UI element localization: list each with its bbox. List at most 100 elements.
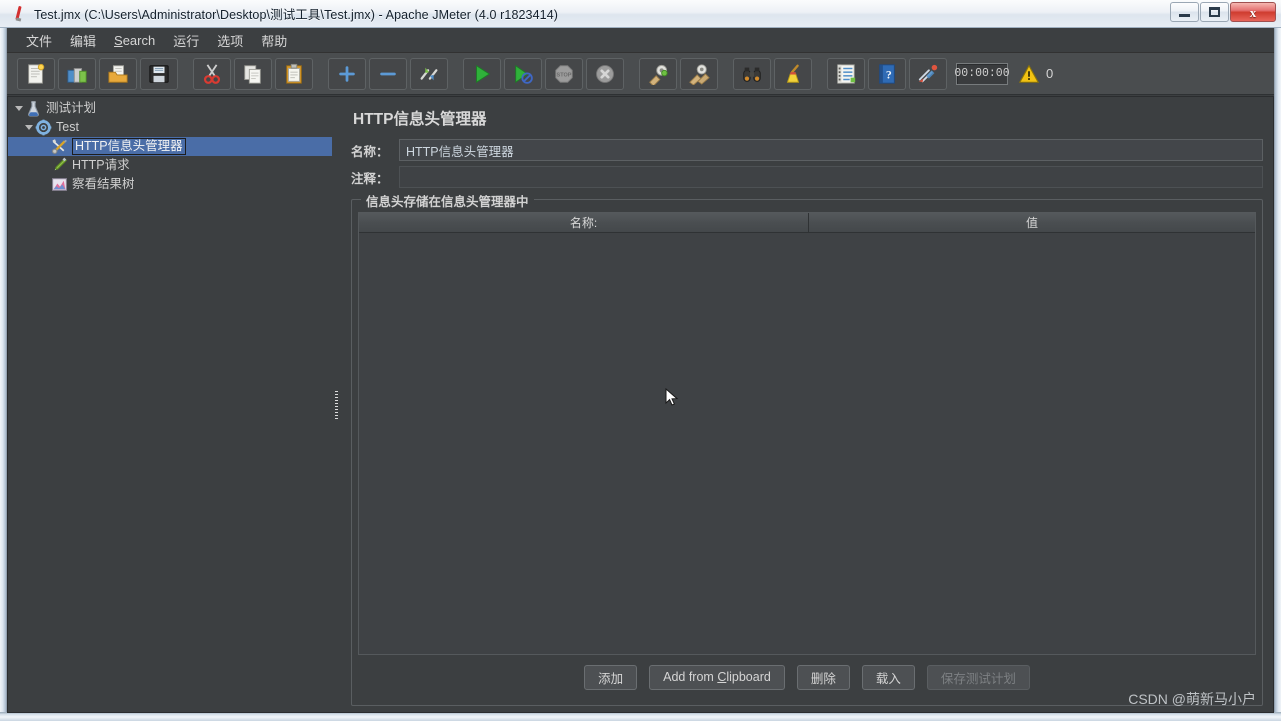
headers-group-title: 信息头存储在信息头管理器中: [361, 191, 534, 210]
cut-icon: [203, 63, 221, 84]
tree-item-http-request[interactable]: HTTP请求: [8, 156, 332, 175]
add-from-clipboard-button[interactable]: Add from Clipboard: [649, 664, 785, 690]
save-button[interactable]: [140, 57, 178, 90]
delete-button[interactable]: 删除: [796, 664, 850, 690]
minimize-button[interactable]: [1170, 2, 1199, 22]
elapsed-time-display: 00:00:00: [954, 62, 1010, 85]
close-button[interactable]: x: [1230, 2, 1276, 22]
main-split-pane: 测试计划 Test HTTP信息头管理器 HTTP请求 察看结果树 HTTP信息…: [7, 96, 1274, 713]
menu-item-help[interactable]: 帮助: [252, 28, 296, 53]
tree-item-http-header-manager[interactable]: HTTP信息头管理器: [8, 137, 332, 156]
toggle-button[interactable]: [410, 57, 448, 90]
menu-label: 帮助: [261, 33, 288, 49]
toolbar-separator: [316, 58, 328, 90]
button-label: Add from Clipboard: [663, 670, 771, 684]
help-button[interactable]: ?: [868, 57, 906, 90]
menu-item-search[interactable]: Search: [105, 30, 164, 51]
comment-input[interactable]: [399, 166, 1263, 188]
collapse-all-button[interactable]: [369, 57, 407, 90]
save-test-plan-button[interactable]: 保存测试计划: [926, 664, 1030, 690]
start-no-pause-button[interactable]: [504, 57, 542, 90]
warning-indicator[interactable]: 0: [1018, 63, 1053, 85]
search-button[interactable]: [733, 57, 771, 90]
menu-item-edit[interactable]: 编辑: [61, 28, 105, 53]
expand-toggle-icon[interactable]: [22, 121, 35, 134]
thread-group-icon: [35, 119, 52, 136]
menu-mnemonic: S: [114, 32, 123, 48]
test-plan-icon: [28, 101, 39, 117]
expand-all-icon: [339, 65, 355, 82]
name-input[interactable]: [399, 139, 1263, 161]
application-window: Test.jmx (C:\Users\Administrator\Desktop…: [0, 0, 1281, 721]
cut-button[interactable]: [193, 57, 231, 90]
new-test-plan-button[interactable]: [17, 57, 55, 90]
menu-item-options[interactable]: 选项: [208, 28, 252, 53]
undo-redo-button[interactable]: [909, 57, 947, 90]
function-helper-button[interactable]: [827, 57, 865, 90]
title-bar[interactable]: Test.jmx (C:\Users\Administrator\Desktop…: [0, 0, 1281, 28]
window-controls: x: [1169, 2, 1276, 22]
start-no-pause-icon: [515, 64, 533, 84]
tree-item-label: Test: [56, 120, 79, 134]
templates-button[interactable]: [58, 57, 96, 90]
menu-bar: 文件 编辑 Search 运行 选项 帮助: [7, 28, 1274, 53]
start-button[interactable]: [463, 57, 501, 90]
menu-label: 文件: [26, 33, 53, 49]
copy-icon: [244, 64, 261, 84]
button-mnemonic: C: [717, 670, 727, 684]
paste-button[interactable]: [275, 57, 313, 90]
open-button[interactable]: [99, 57, 137, 90]
undo-redo-icon: [918, 64, 938, 82]
menu-label: 运行: [173, 33, 200, 49]
button-label: 载入: [875, 671, 901, 686]
expand-all-button[interactable]: [328, 57, 366, 90]
copy-button[interactable]: [234, 57, 272, 90]
new-test-plan-icon: [28, 63, 45, 84]
header-manager-panel: HTTP信息头管理器 名称： 注释： 信息头存储在信息头管理器中 名称: 值: [341, 96, 1274, 713]
menu-item-file[interactable]: 文件: [17, 28, 61, 53]
menu-label: earch: [122, 32, 156, 48]
shutdown-icon: [596, 64, 614, 83]
load-button[interactable]: 载入: [861, 664, 915, 690]
warning-triangle-icon: [1018, 64, 1040, 83]
shutdown-button[interactable]: [586, 57, 624, 90]
comment-field-row: 注释：: [351, 166, 1263, 188]
toolbar: STOP ? 00:00:00 0: [7, 53, 1274, 95]
tree-item-thread-group[interactable]: Test: [8, 118, 332, 137]
name-label: 名称：: [351, 144, 389, 159]
maximize-button[interactable]: [1200, 2, 1229, 22]
action-button-bar: 添加 Add from Clipboard 删除 载入 保存测试计划: [358, 657, 1256, 697]
tree-item-test-plan[interactable]: 测试计划: [8, 99, 332, 118]
table-header-row: 名称: 值: [359, 213, 1255, 233]
split-pane-divider[interactable]: [332, 96, 341, 713]
close-icon: x: [1249, 4, 1257, 20]
menu-item-run[interactable]: 运行: [164, 28, 208, 53]
table-body[interactable]: [359, 233, 1255, 654]
clear-all-button[interactable]: [680, 57, 718, 90]
test-plan-tree[interactable]: 测试计划 Test HTTP信息头管理器 HTTP请求 察看结果树: [7, 96, 332, 713]
clear-button[interactable]: [639, 57, 677, 90]
stop-button[interactable]: STOP: [545, 57, 583, 90]
add-button[interactable]: 添加: [584, 664, 638, 690]
view-results-tree-icon: [52, 178, 67, 191]
headers-table[interactable]: 名称: 值: [358, 212, 1256, 655]
tree-item-label: HTTP信息头管理器: [72, 138, 186, 155]
start-icon: [476, 64, 491, 83]
toolbar-separator: [451, 58, 463, 90]
svg-text:?: ?: [886, 67, 892, 81]
button-label: 删除: [810, 671, 836, 686]
reset-search-button[interactable]: [774, 57, 812, 90]
clear-icon: [649, 64, 668, 85]
table-column-header-value[interactable]: 值: [809, 213, 1255, 233]
tree-item-view-results-tree[interactable]: 察看结果树: [8, 175, 332, 194]
tree-item-label: HTTP请求: [72, 158, 130, 172]
paste-icon: [286, 63, 302, 84]
expand-toggle-icon[interactable]: [12, 102, 25, 115]
jmeter-client-area: 文件 编辑 Search 运行 选项 帮助 STOP ? 00:00:00 0 …: [7, 28, 1274, 713]
toolbar-separator: [721, 58, 733, 90]
table-column-header-name[interactable]: 名称:: [359, 213, 809, 233]
save-icon: [149, 64, 169, 83]
